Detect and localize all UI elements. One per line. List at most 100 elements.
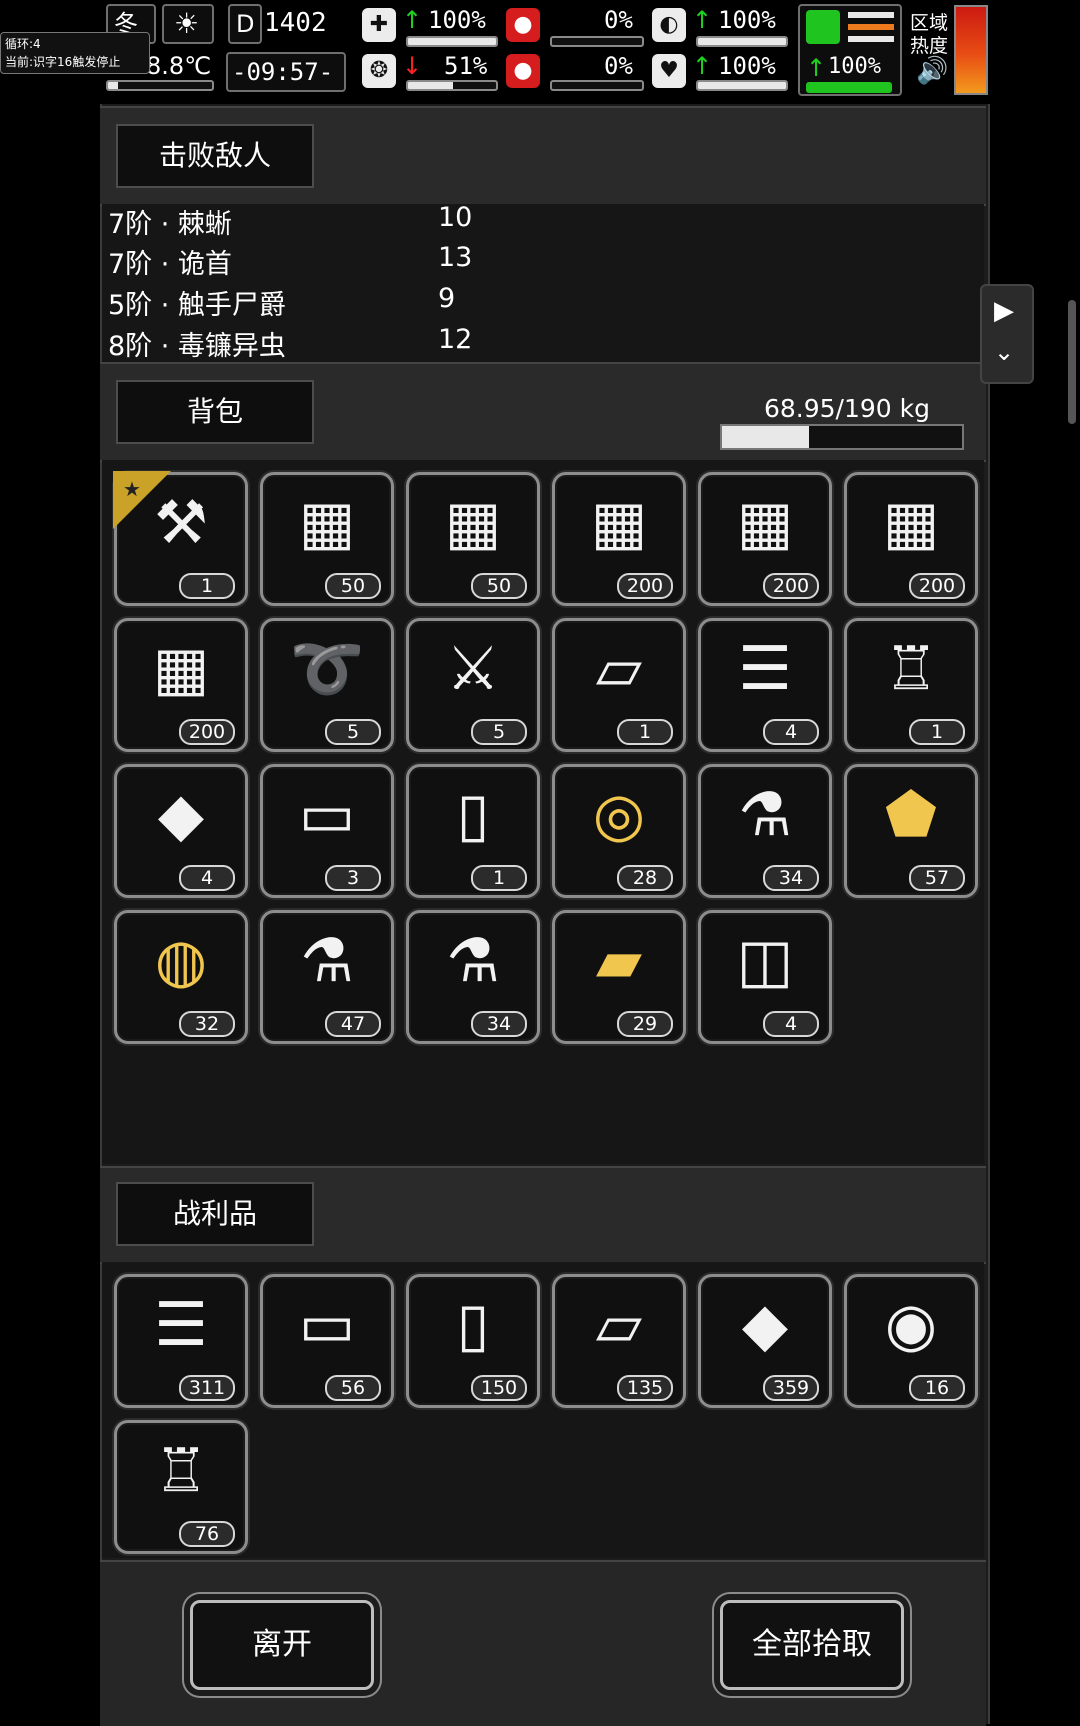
gold-cable-icon: ◎ <box>592 780 646 850</box>
calendar-icon: D <box>228 4 262 44</box>
item-slot[interactable]: ⚗ 47 <box>260 910 394 1044</box>
item-count: 200 <box>909 573 965 599</box>
loot-title: 战利品 <box>116 1182 314 1246</box>
item-slot[interactable]: ▦ 200 <box>698 472 832 606</box>
cloth-icon: ▱ <box>595 634 643 704</box>
katana-icon: ⚔ <box>446 634 500 704</box>
brain-icon: ❂ <box>362 54 396 88</box>
enemy-count: 10 <box>438 204 473 233</box>
item-slot[interactable]: ◫ 4 <box>698 910 832 1044</box>
crate-iv-icon: ▦ <box>736 488 794 558</box>
crate-s-icon: ▦ <box>444 488 502 558</box>
item-slot[interactable]: ♖ 76 <box>114 1420 248 1554</box>
gold-cloth-icon: ▰ <box>595 926 643 996</box>
item-slot[interactable]: ⚔ 5 <box>406 618 540 752</box>
item-count: 4 <box>763 719 819 745</box>
backpack-header: 背包 68.95/190 kg <box>100 362 986 462</box>
status-hud: 冬 ☀ 循环:4 当前:识字16触发停止 8.8℃ D 1402 -09:57-… <box>0 0 1080 100</box>
pick-all-button[interactable]: 全部拾取 <box>720 1600 904 1690</box>
enemy-name: 5阶 · 触手尸爵 <box>108 290 286 321</box>
item-slot[interactable]: ◎ 28 <box>552 764 686 898</box>
paper-icon: ▯ <box>456 780 490 850</box>
mood-bar <box>696 80 788 91</box>
item-slot[interactable]: ▭ 3 <box>260 764 394 898</box>
item-count: 34 <box>763 865 819 891</box>
item-slot[interactable]: ▭ 56 <box>260 1274 394 1408</box>
item-slot[interactable]: ▦ 50 <box>260 472 394 606</box>
gold-thread-spool-icon: ◍ <box>154 926 208 996</box>
crate-i-icon: ▦ <box>152 634 210 704</box>
item-count: 311 <box>179 1375 235 1401</box>
item-slot[interactable]: ▱ 135 <box>552 1274 686 1408</box>
defeated-title: 击败敌人 <box>116 124 314 188</box>
item-slot[interactable]: ☰ 311 <box>114 1274 248 1408</box>
item-slot[interactable]: ▱ 1 <box>552 618 686 752</box>
item-count: 28 <box>617 865 673 891</box>
scroll-roll-icon: ◉ <box>884 1290 938 1360</box>
item-slot[interactable]: ▰ 29 <box>552 910 686 1044</box>
item-slot[interactable]: ♖ 1 <box>844 618 978 752</box>
item-slot[interactable]: ▦ 200 <box>114 618 248 752</box>
item-count: 1 <box>909 719 965 745</box>
item-slot[interactable]: ▦ 50 <box>406 472 540 606</box>
hunger-bar <box>550 36 644 47</box>
item-slot[interactable]: ⬟ 57 <box>844 764 978 898</box>
speaker-icon[interactable]: 🔊 <box>916 58 948 84</box>
side-drawer-handle[interactable]: ▶ ⌄ <box>980 284 1034 384</box>
item-count: 200 <box>617 573 673 599</box>
play-icon: ▶ <box>994 296 1014 326</box>
loot-grid: ☰ 311 ▭ 56 ▯ 150 ▱ 135 ◆ 359 ◉ 16 ♖ 76 <box>102 1262 984 1558</box>
item-slot[interactable]: ▯ 150 <box>406 1274 540 1408</box>
stamina-value: 100% <box>718 6 776 34</box>
item-count: 4 <box>763 1011 819 1037</box>
item-slot[interactable]: ⚗ 34 <box>406 910 540 1044</box>
vial-vii-icon: ⚗ <box>446 926 500 996</box>
ore-icon: ◆ <box>741 1290 789 1360</box>
weather-badge: ☀ <box>162 4 214 44</box>
item-count: 150 <box>471 1375 527 1401</box>
item-slot[interactable]: ◍ 32 <box>114 910 248 1044</box>
leave-button[interactable]: 离开 <box>190 1600 374 1690</box>
defeated-list[interactable]: 7阶 · 棘蜥 10 7阶 · 诡首 13 5阶 · 触手尸爵 9 8阶 · 毒… <box>102 204 984 362</box>
enemy-name: 7阶 · 诡首 <box>108 249 232 280</box>
item-count: 1 <box>617 719 673 745</box>
cycle-count: 循环:4 <box>5 37 41 51</box>
item-slot[interactable]: ➰ 5 <box>260 618 394 752</box>
item-slot[interactable]: ★ ⚒ 1 <box>113 471 248 606</box>
item-slot[interactable]: ☰ 4 <box>698 618 832 752</box>
item-count: 359 <box>763 1375 819 1401</box>
item-slot[interactable]: ◆ 4 <box>114 764 248 898</box>
thirst-bar <box>550 80 644 91</box>
speed-panel: ↑ 100% <box>798 4 902 96</box>
item-slot[interactable]: ▯ 1 <box>406 764 540 898</box>
speed-bar <box>806 82 892 93</box>
item-count: 4 <box>179 865 235 891</box>
boot-icon <box>806 10 840 44</box>
enemy-count: 13 <box>438 242 473 273</box>
item-slot[interactable]: ◉ 16 <box>844 1274 978 1408</box>
torn-shirt-icon: ♖ <box>154 1436 208 1506</box>
loot-header: 战利品 <box>100 1166 986 1264</box>
item-slot[interactable]: ⚗ 34 <box>698 764 832 898</box>
clock-time: -09:57- <box>232 58 334 86</box>
item-slot[interactable]: ◆ 359 <box>698 1274 832 1408</box>
sanity-bar <box>406 80 498 91</box>
arrow-up-icon: ↑ <box>806 54 827 82</box>
crate-ii-icon: ▦ <box>882 488 940 558</box>
hunger-value: 0% <box>604 6 633 34</box>
list-item: 7阶 · 棘蜥 10 <box>108 204 808 242</box>
scrollbar[interactable] <box>1068 300 1076 424</box>
item-slot[interactable]: ▦ 200 <box>844 472 978 606</box>
stamina-bar <box>696 36 788 47</box>
crate-iii-icon: ▦ <box>590 488 648 558</box>
item-slot[interactable]: ▦ 200 <box>552 472 686 606</box>
fabric-icon: ▭ <box>298 1290 356 1360</box>
vial-vi-icon: ⚗ <box>738 780 792 850</box>
item-count: 5 <box>325 719 381 745</box>
water-drop-icon: ● <box>506 54 540 88</box>
fabric-icon: ▭ <box>298 780 356 850</box>
arrow-up-icon: ↑ <box>402 6 423 34</box>
health-bar <box>406 36 498 47</box>
collapse-icon: ⌄ <box>994 338 1015 366</box>
bandage-roll-icon: ◫ <box>736 926 794 996</box>
